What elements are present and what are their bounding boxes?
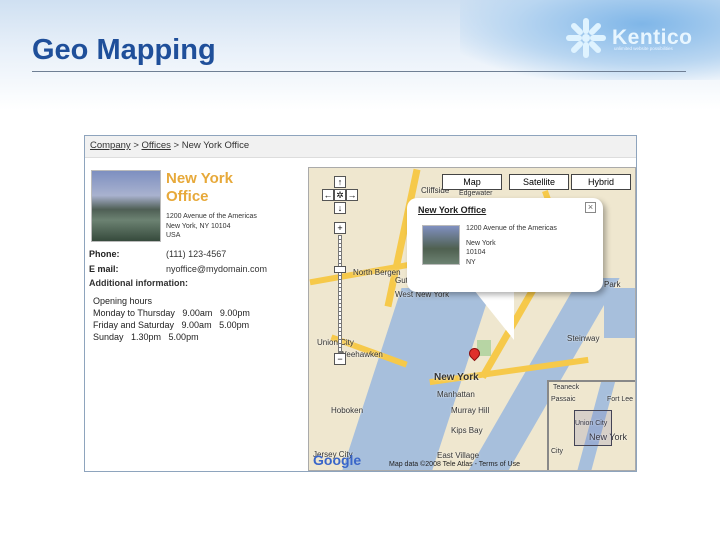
zoom-out-button[interactable]: − xyxy=(334,353,346,365)
map-label-new-york: New York xyxy=(434,372,479,383)
phone-value: (111) 123-4567 xyxy=(166,249,227,259)
popup-address: 1200 Avenue of the Americas New York 101… xyxy=(466,224,557,267)
hours-line: Friday and Saturday 9.00am 5.00pm xyxy=(93,320,250,330)
map-label: East Village xyxy=(437,451,480,460)
email-label: E mail: xyxy=(89,264,119,274)
map-label: Steinway xyxy=(567,334,600,343)
zoom-in-button[interactable]: + xyxy=(334,222,346,234)
map-label-edgewater: Edgewater xyxy=(459,190,493,197)
map-label: Park xyxy=(604,280,621,289)
breadcrumb-current: New York Office xyxy=(181,140,250,151)
google-logo: Google xyxy=(313,452,362,468)
zoom-slider-thumb[interactable] xyxy=(334,266,346,273)
popup-tail xyxy=(474,290,514,340)
address-line: 1200 Avenue of the Americas xyxy=(466,225,557,232)
overview-viewport[interactable] xyxy=(574,410,612,446)
pan-center-button[interactable]: ✲ xyxy=(334,189,346,201)
address-line: NY xyxy=(466,258,476,266)
overview-label: City xyxy=(551,448,564,455)
google-map[interactable]: Cliffside Edgewater North Bergen Guttenb… xyxy=(308,167,636,471)
logo-tagline: unlimited website possibilities xyxy=(614,46,673,51)
breadcrumb: Company > Offices > New York Office xyxy=(85,136,636,158)
map-label: Hoboken xyxy=(331,406,364,415)
slide-title: Geo Mapping xyxy=(32,34,216,66)
kentico-asterisk-icon xyxy=(566,18,606,58)
overview-map[interactable]: Teaneck Passaic Fort Lee Union City New … xyxy=(547,380,635,470)
title-divider xyxy=(32,71,686,72)
address-line: 1200 Avenue of the Americas xyxy=(166,213,257,220)
email-row: E mail: nyoffice@mydomain.com xyxy=(89,264,267,274)
overview-label: Fort Lee xyxy=(607,396,634,403)
map-label: Union City xyxy=(317,338,354,347)
hours-line: Opening hours xyxy=(93,296,153,306)
map-label: Murray Hill xyxy=(451,406,490,415)
office-name: New York Office xyxy=(166,170,233,205)
overview-label: Teaneck xyxy=(553,384,580,391)
address-line: New York xyxy=(466,239,496,247)
pan-up-button[interactable]: ↑ xyxy=(334,176,346,188)
map-type-map[interactable]: Map xyxy=(442,174,502,190)
zoom-slider[interactable] xyxy=(338,235,342,353)
overview-label: Passaic xyxy=(551,396,576,403)
map-label: North Bergen xyxy=(353,268,401,277)
email-value[interactable]: nyoffice@mydomain.com xyxy=(166,264,267,274)
kentico-logo: Kentico unlimited website possibilities xyxy=(566,18,693,58)
map-label: Manhattan xyxy=(437,390,475,399)
address-line: 10104 xyxy=(466,249,486,256)
popup-title[interactable]: New York Office xyxy=(418,205,486,215)
phone-row: Phone: (111) 123-4567 xyxy=(89,249,226,259)
map-type-hybrid[interactable]: Hybrid xyxy=(571,174,631,190)
address-line: New York, NY 10104 xyxy=(166,222,231,230)
map-info-popup: New York Office × 1200 Avenue of the Ame… xyxy=(407,198,603,292)
popup-photo xyxy=(422,225,460,265)
address-line: USA xyxy=(166,232,181,239)
office-address: 1200 Avenue of the Americas New York, NY… xyxy=(166,212,257,241)
opening-hours: Opening hours Monday to Thursday 9.00am … xyxy=(93,295,250,343)
office-photo xyxy=(91,170,161,242)
map-label: Kips Bay xyxy=(451,426,483,435)
pan-left-button[interactable]: ← xyxy=(322,189,334,201)
map-type-satellite[interactable]: Satellite xyxy=(509,174,569,190)
popup-close-icon[interactable]: × xyxy=(585,202,596,213)
phone-label: Phone: xyxy=(89,249,120,259)
breadcrumb-company[interactable]: Company xyxy=(90,140,131,151)
hours-line: Monday to Thursday 9.00am 9.00pm xyxy=(93,308,250,318)
water xyxy=(604,288,635,338)
breadcrumb-separator: > xyxy=(133,140,139,151)
additional-info-label: Additional information: xyxy=(89,278,188,288)
hours-line: Sunday 1.30pm 5.00pm xyxy=(93,332,199,342)
pan-down-button[interactable]: ↓ xyxy=(334,202,346,214)
pan-right-button[interactable]: → xyxy=(346,189,358,201)
web-page-screenshot: Company > Offices > New York Office New … xyxy=(84,135,637,472)
breadcrumb-offices[interactable]: Offices xyxy=(142,140,171,151)
breadcrumb-separator: > xyxy=(173,140,180,151)
map-copyright: Map data ©2008 Tele Atlas - Terms of Use xyxy=(389,461,520,468)
